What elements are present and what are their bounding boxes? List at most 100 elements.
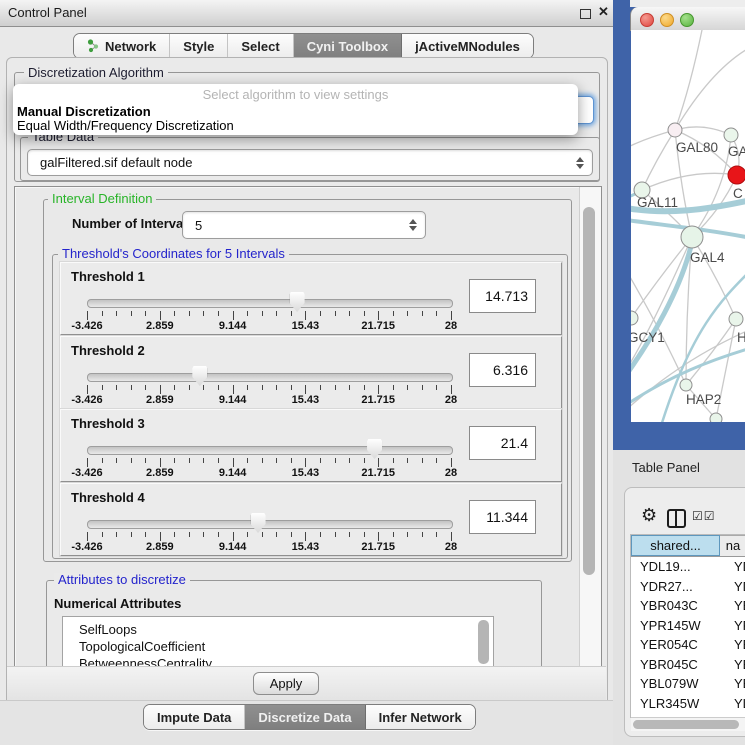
node-label: H (737, 330, 745, 345)
cell-shared-name: YBR043C (631, 596, 728, 616)
minor-tick (247, 311, 248, 316)
minor-tick (349, 385, 350, 390)
tab-style[interactable]: Style (170, 34, 228, 58)
tab-label: Select (241, 39, 279, 54)
minor-tick (131, 532, 132, 537)
vertical-scrollbar-thumb[interactable] (583, 207, 595, 575)
select-columns-checkboxes-icon[interactable]: ☑☑ (692, 509, 716, 523)
num-intervals-label: Number of Intervals (72, 216, 194, 231)
table-row[interactable]: YER054CYER0 (631, 635, 745, 655)
minor-tick (291, 385, 292, 390)
attributes-list-scrollbar-thumb[interactable] (478, 620, 489, 664)
popup-item-equal-width-frequency[interactable]: Equal Width/Frequency Discretization (17, 118, 234, 133)
tick-label: 15.43 (275, 320, 335, 332)
threshold-value-field[interactable]: 14.713 (469, 279, 536, 313)
tab-label: Discretize Data (258, 710, 351, 725)
tab-label: Network (105, 39, 156, 54)
float-window-icon[interactable] (580, 9, 591, 19)
split-columns-icon[interactable] (667, 509, 686, 528)
node-gal80[interactable] (668, 123, 682, 137)
slider-track[interactable] (87, 446, 453, 455)
node-c[interactable] (728, 166, 745, 184)
tab-label: Cyni Toolbox (307, 39, 388, 54)
slider-track[interactable] (87, 299, 453, 308)
attribute-list-item[interactable]: SelfLoops (63, 621, 493, 638)
edge-highlighted[interactable] (631, 242, 692, 375)
close-traffic-light-icon[interactable] (640, 13, 654, 27)
bottom-tab-bar: Impute Data Discretize Data Infer Network (143, 704, 476, 730)
table-horizontal-scrollbar[interactable] (631, 717, 745, 731)
column-header-name[interactable]: na (720, 535, 745, 556)
minor-tick (262, 532, 263, 537)
apply-button[interactable]: Apply (253, 672, 319, 695)
minor-tick (393, 458, 394, 463)
tick-label: 28 (421, 394, 481, 406)
threshold-panel-2: Threshold 2-3.4262.8599.14415.4321.71528… (60, 336, 562, 409)
tab-discretize-data[interactable]: Discretize Data (245, 705, 365, 729)
threshold-value-field[interactable]: 11.344 (469, 500, 536, 534)
table-data-combobox[interactable]: galFiltered.sif default node (27, 149, 593, 176)
table-row[interactable]: YBR043CYBR0 (631, 596, 745, 616)
major-tick (160, 458, 161, 467)
tick-label: 2.859 (130, 320, 190, 332)
tick-label: -3.426 (57, 467, 117, 479)
gear-icon[interactable]: ⚙ (641, 505, 657, 526)
network-canvas[interactable]: GAL80GACGAL11GAL4GCY1HHAP2 (631, 30, 745, 422)
table-row[interactable]: YPR145WYPR1 (631, 616, 745, 636)
minor-tick (320, 458, 321, 463)
tab-jactivemnodules[interactable]: jActiveMNodules (402, 34, 533, 58)
node-gal4[interactable] (681, 226, 703, 248)
network-window-titlebar[interactable] (630, 7, 745, 31)
threshold-panel-3: Threshold 3-3.4262.8599.14415.4321.71528… (60, 409, 562, 482)
minor-tick (393, 385, 394, 390)
close-icon[interactable]: ✕ (598, 4, 609, 20)
major-tick (305, 532, 306, 541)
popup-item-manual-discretization[interactable]: Manual Discretization (17, 104, 151, 119)
slider-track[interactable] (87, 373, 453, 382)
node-h[interactable] (729, 312, 743, 326)
minor-tick (422, 311, 423, 316)
node-gcy1[interactable] (631, 311, 638, 325)
minor-tick (189, 532, 190, 537)
zoom-traffic-light-icon[interactable] (680, 13, 694, 27)
minor-tick (335, 458, 336, 463)
minor-tick (174, 311, 175, 316)
major-tick (451, 311, 452, 320)
slider-track[interactable] (87, 520, 453, 529)
tab-select[interactable]: Select (228, 34, 293, 58)
cell-shared-name: YBR045C (631, 655, 728, 675)
tab-network[interactable]: Network (74, 34, 170, 58)
tab-impute-data[interactable]: Impute Data (144, 705, 245, 729)
table-row[interactable]: YLR345WYLR3 (631, 694, 745, 714)
table-row[interactable]: YBL079WYBL0 (631, 674, 745, 694)
minor-tick (407, 458, 408, 463)
tick-label: 28 (421, 320, 481, 332)
table-row[interactable]: YDR27...YDR2 (631, 577, 745, 597)
attribute-list-item[interactable]: TopologicalCoefficient (63, 638, 493, 655)
table-row[interactable]: YBR045CYBR0 (631, 655, 745, 675)
tab-infer-network[interactable]: Infer Network (366, 705, 475, 729)
edge[interactable] (675, 30, 703, 130)
minor-tick (436, 385, 437, 390)
slider-thumb[interactable] (290, 292, 305, 312)
column-header-shared-name[interactable]: shared... (631, 535, 720, 556)
slider-thumb[interactable] (192, 366, 207, 386)
tick-label: 9.144 (203, 320, 263, 332)
minimize-traffic-light-icon[interactable] (660, 13, 674, 27)
node-hap2[interactable] (680, 379, 692, 391)
table-row[interactable]: YDL19...YDL1 (631, 557, 745, 577)
node-ga[interactable] (724, 128, 738, 142)
node[interactable] (710, 413, 722, 422)
edge[interactable] (675, 48, 745, 130)
numerical-attributes-list[interactable]: SelfLoopsTopologicalCoefficientBetweenne… (62, 616, 494, 670)
minor-tick (349, 532, 350, 537)
table-hscrollbar-thumb[interactable] (633, 720, 739, 729)
threshold-value-field[interactable]: 21.4 (469, 426, 536, 460)
slider-thumb[interactable] (367, 439, 382, 459)
num-intervals-combobox[interactable]: 5 (182, 211, 426, 239)
slider-thumb[interactable] (251, 513, 266, 533)
edge[interactable] (686, 319, 736, 385)
tick-label: 21.715 (348, 394, 408, 406)
tab-cyni-toolbox[interactable]: Cyni Toolbox (294, 34, 402, 58)
threshold-value-field[interactable]: 6.316 (469, 353, 536, 387)
